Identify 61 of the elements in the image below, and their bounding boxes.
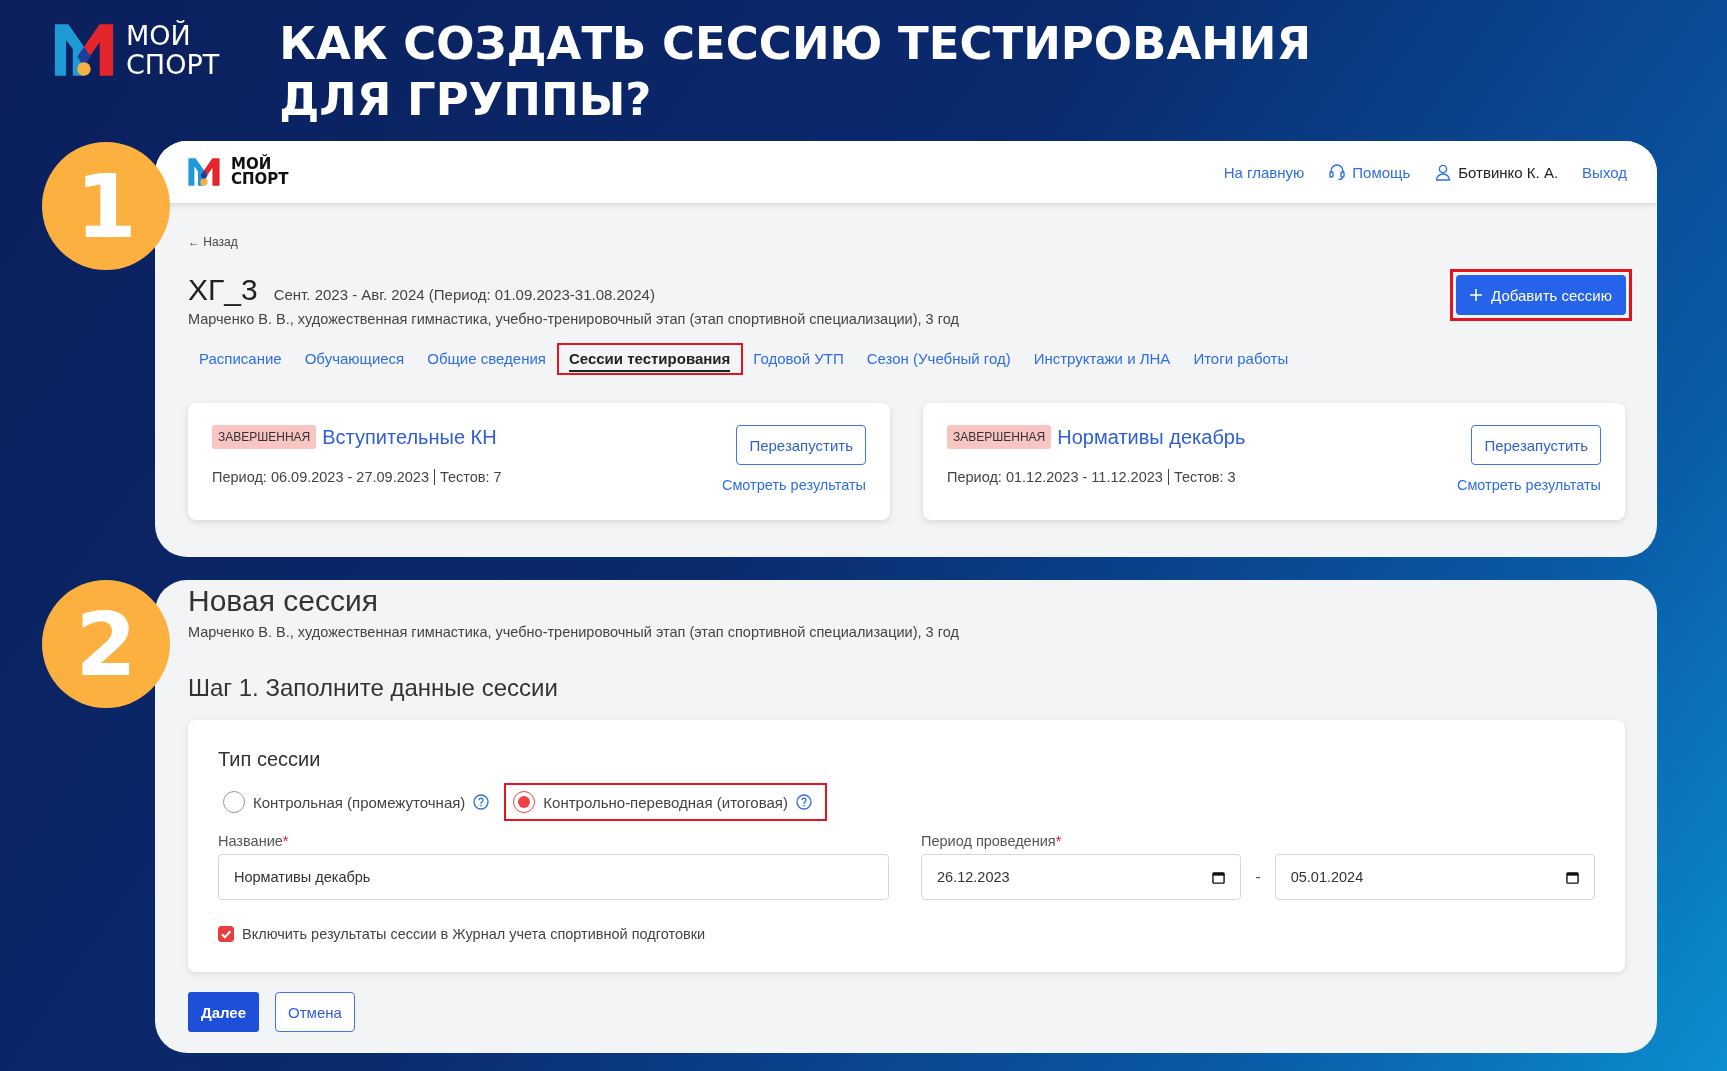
status-badge: ЗАВЕРШЕННАЯ [947, 425, 1052, 449]
logo-text: СПОРТ [126, 51, 220, 78]
step-number: 1 [42, 142, 170, 270]
logo-text: МОЙ [126, 22, 192, 49]
logo-text: СПОРТ [231, 172, 289, 187]
headset-icon[interactable] [1328, 163, 1347, 181]
tab[interactable]: Итоги работы [1193, 350, 1289, 370]
results-link[interactable]: Смотреть результаты [1456, 477, 1601, 493]
user-name[interactable]: Ботвинко К. А. [1458, 163, 1559, 181]
next-button[interactable]: Далее [188, 992, 260, 1032]
back-link[interactable]: ← Назад [188, 235, 1625, 249]
radio-label[interactable]: Контрольная (промежуточная) [253, 793, 466, 811]
session-period: Период: 01.12.2023 - 11.12.2023 [947, 469, 1163, 485]
page-title: Новая сессия [188, 584, 379, 618]
nav-link[interactable]: На главную [1223, 163, 1305, 181]
cancel-button[interactable]: Отмена [275, 992, 355, 1032]
session-name[interactable]: Вступительные КН [322, 425, 497, 449]
session-name[interactable]: Нормативы декабрь [1057, 425, 1246, 449]
add-session-button[interactable]: Добавить сессию [1456, 275, 1626, 315]
group-description: Марченко В. В., художественная гимнастика, учебно-тренировочный этап (этап спортивной специализации), 3 год [188, 311, 959, 327]
calendar-icon[interactable] [1566, 870, 1579, 884]
tab[interactable]: Расписание [199, 350, 282, 370]
headline: КАК СОЗДАТЬ СЕССИЮ ТЕСТИРОВАНИЯ [279, 16, 1312, 72]
group-title: ХГ_3 [188, 273, 258, 307]
calendar-icon[interactable] [1212, 870, 1226, 884]
step-number: 2 [42, 580, 170, 708]
section-title: Тип сессии [218, 748, 322, 771]
test-count: Тестов: 7 [439, 469, 502, 485]
tab[interactable]: Инструктажи и ЛНА [1033, 350, 1171, 370]
user-icon[interactable] [1434, 163, 1453, 181]
tab[interactable]: Годовой УТП [753, 350, 844, 370]
restart-button[interactable]: Перезапустить [1471, 425, 1601, 465]
date-field[interactable]: 05.01.2024 [1274, 854, 1595, 900]
tab[interactable]: Сессии тестирования [568, 350, 731, 372]
step-title: Шаг 1. Заполните данные сессии [188, 674, 559, 702]
date-field[interactable]: 26.12.2023 [921, 854, 1242, 900]
field-label: Период проведения* [921, 833, 1063, 849]
help-icon[interactable] [473, 794, 490, 810]
group-period: Сент. 2023 - Авг. 2024 (Период: 01.09.2023-31.08.2024) [273, 286, 655, 303]
plus-icon [1470, 289, 1483, 301]
logo-icon [52, 22, 116, 78]
field-label: Название* [218, 833, 290, 849]
status-badge: ЗАВЕРШЕННАЯ [212, 425, 317, 449]
test-count: Тестов: 3 [1173, 469, 1236, 485]
group-description: Марченко В. В., художественная гимнастика, учебно-тренировочный этап (этап спортивной специализации), 3 год [188, 624, 960, 640]
results-link[interactable]: Смотреть результаты [721, 477, 866, 493]
help-icon[interactable] [795, 794, 812, 810]
logo-icon [187, 157, 221, 187]
radio-label[interactable]: Контрольно-переводная (итоговая) [543, 793, 788, 811]
session-period: Период: 06.09.2023 - 27.09.2023 [212, 469, 429, 485]
name-field[interactable]: Нормативы декабрь [218, 854, 889, 900]
restart-button[interactable]: Перезапустить [736, 425, 866, 465]
headline: ДЛЯ ГРУППЫ? [279, 72, 653, 128]
nav-link[interactable]: Помощь [1352, 163, 1411, 181]
date-separator: - [1255, 868, 1261, 886]
nav-link[interactable]: Выход [1582, 163, 1627, 181]
tab[interactable]: Общие сведения [427, 350, 546, 370]
checkbox-label[interactable]: Включить результаты сессии в Журнал учета спортивной подготовки [242, 926, 706, 942]
tab[interactable]: Обучающиеся [304, 350, 405, 370]
checkbox[interactable] [218, 926, 234, 942]
tab[interactable]: Сезон (Учебный год) [866, 350, 1011, 370]
